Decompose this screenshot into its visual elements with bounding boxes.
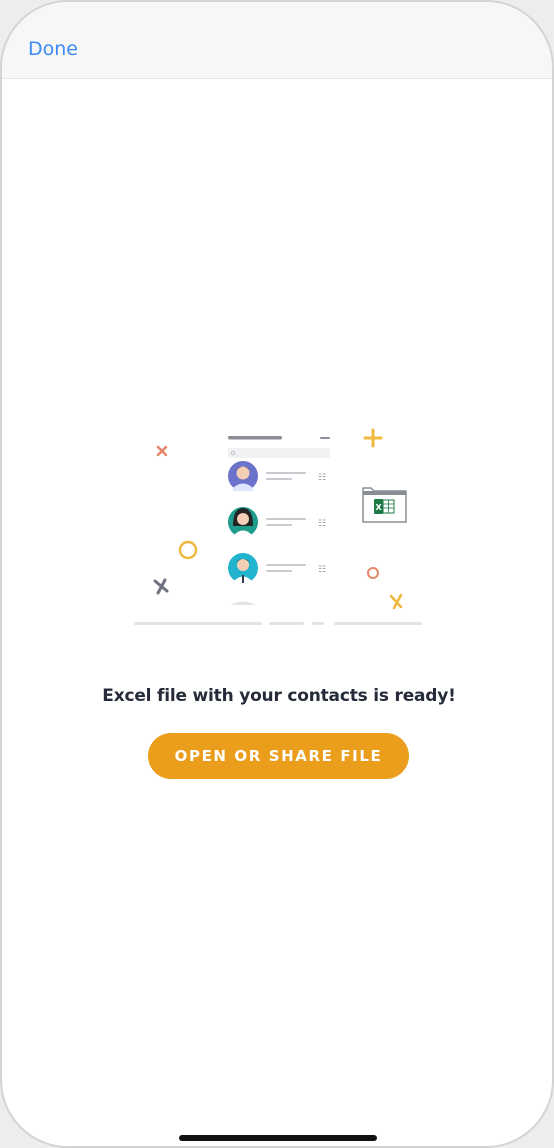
decor-plus-yellow-icon bbox=[363, 428, 383, 448]
done-button[interactable]: Done bbox=[28, 38, 78, 60]
contact-list-panel: ☷ ☷ ☷ bbox=[228, 436, 330, 605]
svg-text:☷: ☷ bbox=[318, 519, 326, 529]
svg-text:☷: ☷ bbox=[318, 565, 326, 575]
svg-text:☷: ☷ bbox=[318, 473, 326, 483]
decor-x-gray-icon bbox=[153, 578, 169, 595]
excel-file-icon: X bbox=[362, 487, 407, 523]
svg-text:X: X bbox=[376, 503, 383, 512]
contact-avatar-2 bbox=[228, 507, 258, 537]
decor-circle-orange-icon bbox=[367, 567, 379, 579]
contact-avatar-1 bbox=[228, 461, 258, 491]
contacts-export-illustration: ☷ ☷ ☷ X bbox=[134, 428, 422, 625]
baseline-divider bbox=[134, 622, 422, 625]
contact-avatar-3 bbox=[228, 553, 258, 583]
decor-x-orange-icon bbox=[156, 445, 168, 457]
open-or-share-file-button[interactable]: OPEN OR SHARE FILE bbox=[148, 733, 409, 779]
decor-x-yellow-icon bbox=[389, 593, 403, 610]
phone-screen: Done ☷ ☷ ☷ X Excel file with your contac… bbox=[0, 0, 554, 1148]
decor-circle-yellow-icon bbox=[178, 540, 198, 560]
ready-message: Excel file with your contacts is ready! bbox=[102, 686, 456, 706]
home-indicator[interactable] bbox=[179, 1135, 377, 1141]
navigation-bar: Done bbox=[2, 2, 552, 79]
